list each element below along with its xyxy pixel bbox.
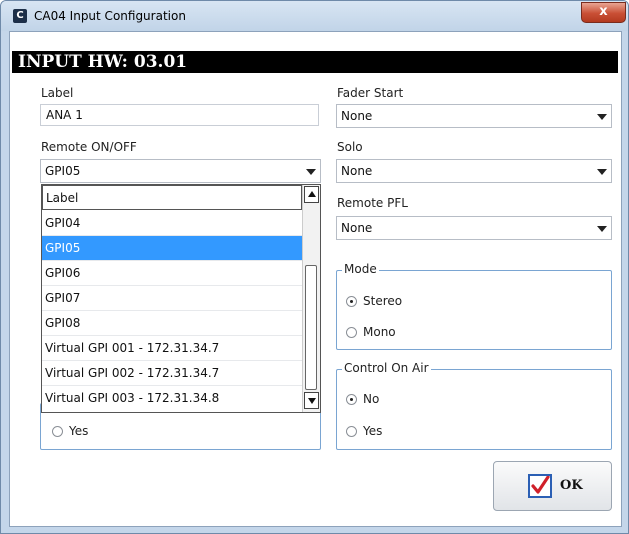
radio-checked-icon bbox=[346, 394, 357, 405]
dropdown-item[interactable]: GPI08 bbox=[42, 311, 302, 336]
scroll-up-button[interactable] bbox=[304, 186, 319, 203]
arrow-down-icon bbox=[308, 398, 316, 404]
radio-circle-icon bbox=[346, 426, 357, 437]
dropdown-item[interactable]: GPI07 bbox=[42, 286, 302, 311]
dropdown-item[interactable]: GPI06 bbox=[42, 261, 302, 286]
fader-start-value: None bbox=[341, 109, 373, 123]
dropdown-scrollbar[interactable] bbox=[302, 185, 320, 412]
chevron-down-icon bbox=[306, 169, 316, 175]
radio-circle-icon bbox=[52, 426, 63, 437]
mode-mono-radio[interactable]: Mono bbox=[346, 325, 396, 339]
dropdown-item[interactable]: Virtual GPI 002 - 172.31.34.7 bbox=[42, 361, 302, 386]
fader-start-select[interactable]: None bbox=[336, 104, 612, 128]
fader-start-caption: Fader Start bbox=[337, 86, 404, 100]
app-icon: C bbox=[13, 9, 27, 23]
on-air-no-label: No bbox=[363, 392, 380, 406]
hidden-yes-label: Yes bbox=[69, 424, 89, 438]
chevron-down-icon bbox=[597, 169, 607, 175]
mode-stereo-radio[interactable]: Stereo bbox=[346, 294, 402, 308]
window-title: CA04 Input Configuration bbox=[34, 9, 186, 23]
chevron-down-icon bbox=[597, 114, 607, 120]
ok-button[interactable]: OK bbox=[493, 461, 612, 511]
ok-label: OK bbox=[560, 478, 583, 493]
title-bar[interactable]: C CA04 Input Configuration x bbox=[1, 1, 628, 31]
scroll-thumb[interactable] bbox=[305, 265, 317, 390]
mode-stereo-label: Stereo bbox=[363, 294, 403, 308]
checkbox-check-icon bbox=[528, 474, 552, 498]
on-air-yes-radio[interactable]: Yes bbox=[346, 424, 382, 438]
remote-onoff-select[interactable]: GPI05 bbox=[40, 159, 321, 183]
on-air-no-radio[interactable]: No bbox=[346, 392, 379, 406]
solo-value: None bbox=[341, 164, 373, 178]
dropdown-item[interactable]: GPI04 bbox=[42, 211, 302, 236]
input-hw-header: INPUT HW: 03.01 bbox=[12, 51, 618, 73]
label-input[interactable]: ANA 1 bbox=[40, 104, 319, 126]
hidden-yes-radio[interactable]: Yes bbox=[52, 424, 88, 438]
remote-pfl-select[interactable]: None bbox=[336, 216, 612, 240]
solo-caption: Solo bbox=[337, 140, 363, 154]
remote-pfl-caption: Remote PFL bbox=[337, 196, 408, 210]
on-air-yes-label: Yes bbox=[363, 424, 383, 438]
control-on-air-title: Control On Air bbox=[342, 361, 431, 375]
remote-onoff-dropdown-list: Label GPI04 GPI05 GPI06 GPI07 GPI08 Virt… bbox=[41, 184, 321, 413]
chevron-down-icon bbox=[597, 226, 607, 232]
remote-onoff-caption: Remote ON/OFF bbox=[41, 140, 137, 154]
radio-checked-icon bbox=[346, 296, 357, 307]
scroll-down-button[interactable] bbox=[304, 392, 319, 409]
dropdown-item[interactable]: Virtual GPI 003 - 172.31.34.8 bbox=[42, 386, 302, 411]
remote-onoff-value: GPI05 bbox=[45, 164, 81, 178]
mode-mono-label: Mono bbox=[363, 325, 396, 339]
arrow-up-icon bbox=[308, 191, 316, 197]
remote-pfl-value: None bbox=[341, 221, 373, 235]
mode-group-title: Mode bbox=[342, 262, 379, 276]
dropdown-item[interactable]: Label bbox=[42, 185, 302, 210]
label-caption: Label bbox=[41, 86, 74, 100]
close-icon: x bbox=[599, 4, 608, 19]
close-button[interactable]: x bbox=[581, 2, 626, 23]
dropdown-item[interactable]: Virtual GPI 001 - 172.31.34.7 bbox=[42, 336, 302, 361]
solo-select[interactable]: None bbox=[336, 159, 612, 183]
radio-circle-icon bbox=[346, 327, 357, 338]
dropdown-item-selected[interactable]: GPI05 bbox=[42, 236, 302, 261]
